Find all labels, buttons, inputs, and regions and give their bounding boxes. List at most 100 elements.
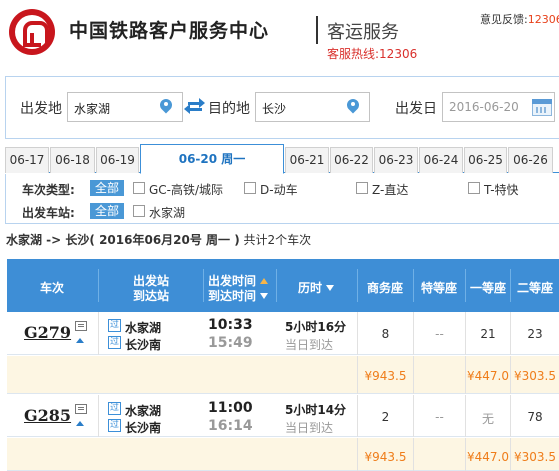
filter-z-checkbox[interactable] — [356, 182, 368, 194]
calendar-icon[interactable] — [532, 99, 552, 116]
search-bar: 出发地 水家湖 目的地 长沙 出发日 2016-06-20 — [5, 76, 559, 139]
train-type-label: 车次类型: — [22, 183, 75, 197]
hotline: 客服热线:12306 — [327, 47, 418, 61]
arrival-time: 16:14 — [208, 418, 253, 434]
pass-station-badge: 过 — [108, 336, 121, 349]
tab-date-active[interactable]: 06-20 周一 — [140, 144, 284, 174]
location-pin-icon[interactable] — [344, 96, 362, 115]
tab-date[interactable]: 06-22 — [330, 147, 373, 173]
feedback-label: 意见反馈: — [480, 13, 528, 26]
header-train: 车次 — [39, 281, 64, 295]
header-first-class: 一等座 — [469, 281, 506, 295]
tab-date[interactable]: 06-25 — [464, 147, 507, 173]
train-info-icon[interactable] — [75, 321, 87, 331]
station-all-button[interactable]: 全部 — [90, 203, 125, 219]
date-tabs: 06-17 06-18 06-19 06-20 周一 06-21 06-22 0… — [5, 144, 559, 174]
price-first-class: ¥447.0 — [467, 450, 509, 464]
filter-d-label: D-动车 — [260, 183, 298, 197]
seat-second-class[interactable]: 78 — [511, 410, 559, 424]
filter-t-checkbox[interactable] — [468, 182, 480, 194]
sort-arrival-button[interactable]: 到达时间 — [203, 287, 273, 304]
filter-station-checkbox[interactable] — [133, 205, 145, 217]
tab-date[interactable]: 06-19 — [96, 147, 139, 173]
arrival-note: 当日到达 — [285, 338, 334, 352]
train-type-all-button[interactable]: 全部 — [90, 180, 125, 196]
title-divider — [316, 16, 318, 44]
header-time-dep: 出发时间 — [207, 274, 256, 288]
header-duration: 历时 — [297, 281, 322, 295]
swap-stations-icon[interactable] — [184, 97, 205, 115]
header-premium: 特等座 — [420, 281, 457, 295]
arrival-time: 15:49 — [208, 335, 253, 351]
filter-gc-checkbox[interactable] — [133, 182, 145, 194]
seat-second-class[interactable]: 23 — [511, 327, 559, 341]
filter-panel: 车次类型: 全部 GC-高铁/城际 D-动车 Z-直达 T-特快 出发车站: 全… — [5, 174, 559, 224]
sort-duration-button[interactable]: 历时 — [277, 279, 355, 296]
from-label: 出发地 — [20, 101, 62, 117]
summary-count: 共计2个车次 — [243, 233, 312, 247]
train-number-link[interactable]: G279 — [24, 323, 71, 342]
price-business: ¥943.5 — [364, 450, 407, 464]
train-info-icon[interactable] — [75, 404, 87, 414]
price-row: ¥943.5 ¥447.0 ¥303.5 — [7, 438, 559, 471]
price-row: ¥943.5 ¥447.0 ¥303.5 — [7, 356, 559, 394]
sort-asc-icon — [260, 278, 268, 284]
header-business: 商务座 — [366, 281, 403, 295]
seat-premium: -- — [435, 410, 444, 424]
arrival-note: 当日到达 — [285, 421, 334, 435]
result-summary: 水家湖 -> 长沙( 2016年06月20号 周一 ) 共计2个车次 — [6, 231, 311, 248]
filter-t-label: T-特快 — [484, 183, 519, 197]
to-station: 长沙南 — [125, 421, 162, 435]
location-pin-icon[interactable] — [157, 96, 175, 115]
date-label: 出发日 — [395, 101, 437, 117]
duration: 5小时16分 — [285, 320, 347, 334]
pass-station-badge: 过 — [108, 419, 121, 432]
expand-arrow-icon[interactable] — [76, 421, 84, 426]
seat-business[interactable]: 8 — [358, 327, 413, 341]
site-title: 中国铁路客户服务中心 — [69, 20, 270, 42]
from-station: 水家湖 — [125, 321, 162, 335]
price-second-class: ¥303.5 — [514, 450, 556, 464]
header-time-arr: 到达时间 — [207, 289, 256, 303]
price-first-class: ¥447.0 — [467, 369, 509, 383]
summary-route: 水家湖 -> 长沙 — [6, 233, 90, 247]
header-station-to: 到达站 — [132, 289, 169, 303]
sort-desc-icon — [326, 285, 334, 291]
tab-date[interactable]: 06-21 — [285, 147, 329, 173]
duration: 5小时14分 — [285, 403, 347, 417]
tab-date[interactable]: 06-18 — [50, 147, 95, 173]
table-row[interactable]: G285 过 水家湖 过 长沙南 11:00 16:14 5小时14分 当日到达… — [7, 395, 559, 437]
header-second-class: 二等座 — [516, 281, 553, 295]
to-label: 目的地 — [208, 101, 250, 117]
to-station: 长沙南 — [125, 338, 162, 352]
station-label: 出发车站: — [22, 206, 75, 220]
expand-arrow-icon[interactable] — [76, 338, 84, 343]
tab-date[interactable]: 06-17 — [5, 147, 49, 173]
tab-date[interactable]: 06-23 — [374, 147, 418, 173]
results-table-header: 车次 出发站 到达站 出发时间 到达时间 历时 商务座 特等座 一等座 二等座 — [7, 259, 559, 312]
site-header: 中国铁路客户服务中心 客运服务 客服热线:12306 意见反馈:12306 — [0, 0, 559, 66]
seat-business[interactable]: 2 — [358, 410, 413, 424]
from-station: 水家湖 — [125, 404, 162, 418]
train-number-link[interactable]: G285 — [24, 406, 71, 425]
railway-logo-icon — [9, 9, 55, 55]
pass-station-badge: 过 — [108, 402, 121, 415]
filter-station-label: 水家湖 — [149, 206, 186, 220]
filter-z-label: Z-直达 — [372, 183, 409, 197]
departure-time: 10:33 — [208, 317, 253, 333]
sort-desc-icon — [260, 293, 268, 299]
feedback-number: 12306 — [527, 13, 559, 26]
filter-gc-label: GC-高铁/城际 — [149, 183, 224, 197]
tab-date[interactable]: 06-24 — [419, 147, 463, 173]
feedback-link[interactable]: 意见反馈:12306 — [480, 11, 559, 27]
price-business: ¥943.5 — [364, 369, 407, 383]
tab-date[interactable]: 06-26 — [508, 147, 553, 173]
price-second-class: ¥303.5 — [514, 369, 556, 383]
departure-time: 11:00 — [208, 400, 253, 416]
seat-first-class: 无 — [481, 412, 494, 426]
pass-station-badge: 过 — [108, 319, 121, 332]
filter-d-checkbox[interactable] — [244, 182, 256, 194]
service-name: 客运服务 — [327, 22, 399, 43]
table-row[interactable]: G279 过 水家湖 过 长沙南 10:33 15:49 5小时16分 当日到达… — [7, 312, 559, 355]
seat-first-class[interactable]: 21 — [466, 327, 510, 341]
